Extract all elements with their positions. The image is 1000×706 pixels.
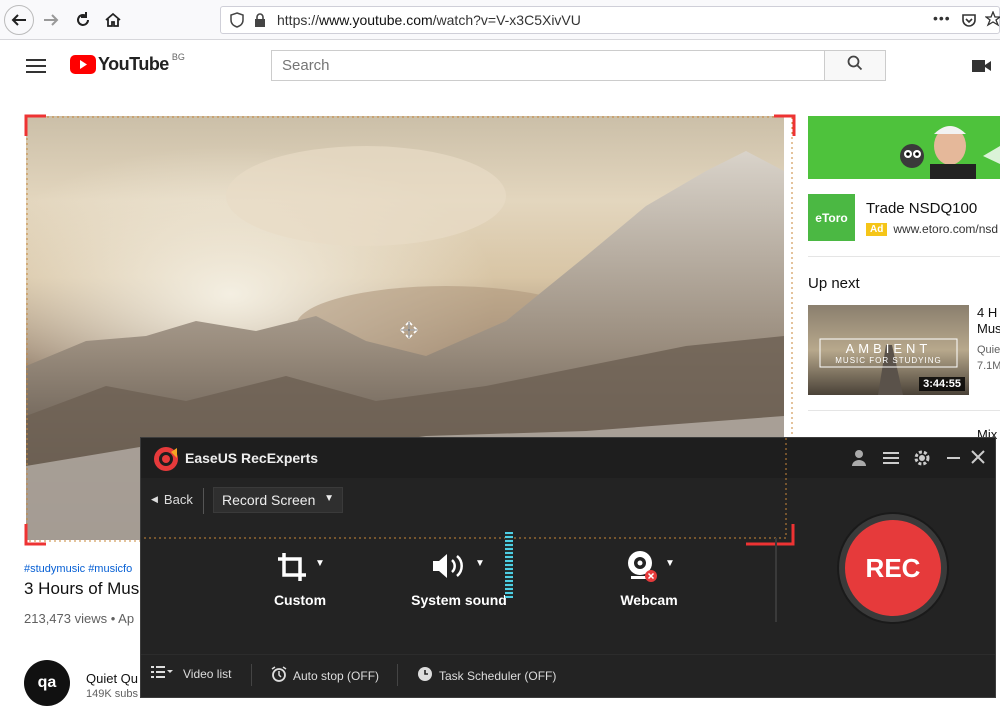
webcam-tool[interactable]: ▼ Webcam bbox=[607, 550, 691, 608]
pocket-icon[interactable] bbox=[961, 12, 977, 33]
menu-icon[interactable] bbox=[26, 58, 46, 79]
close-icon[interactable] bbox=[971, 450, 985, 469]
youtube-logo[interactable]: YouTube BG bbox=[70, 51, 185, 75]
region-code: BG bbox=[171, 51, 185, 62]
next-video-title-line2: Mus bbox=[977, 321, 1000, 336]
address-bar[interactable]: https://www.youtube.com/watch?v=V-x3C5Xi… bbox=[220, 6, 1000, 34]
bookmark-star-icon[interactable] bbox=[984, 10, 1000, 32]
minimize-icon[interactable] bbox=[947, 457, 960, 459]
channel-name[interactable]: Quiet Qu bbox=[86, 671, 138, 686]
clock-icon bbox=[417, 666, 433, 685]
next-video-channel: Quie bbox=[977, 344, 1000, 356]
video-duration: 3:44:55 bbox=[919, 377, 965, 391]
settings-gear-icon[interactable] bbox=[913, 449, 931, 472]
search-button[interactable] bbox=[824, 50, 886, 81]
webcam-icon bbox=[625, 550, 659, 587]
speaker-icon-wrap: ▼ bbox=[411, 550, 507, 582]
next-video-views: 7.1M bbox=[977, 360, 1000, 372]
auto-stop-button[interactable]: Auto stop (OFF) bbox=[271, 666, 379, 685]
up-next-heading: Up next bbox=[808, 275, 860, 292]
crop-icon-wrap: ▼ bbox=[259, 550, 341, 582]
channel-avatar[interactable]: qa bbox=[24, 660, 70, 706]
ad-meta: Ad www.etoro.com/nsd bbox=[866, 222, 998, 236]
next-video-title-line1: 4 H bbox=[977, 305, 998, 320]
forward-icon[interactable] bbox=[36, 5, 66, 35]
sidebar-divider bbox=[808, 410, 1000, 411]
task-scheduler-button[interactable]: Task Scheduler (OFF) bbox=[417, 666, 556, 685]
shield-icon[interactable] bbox=[229, 12, 245, 33]
next-video-title[interactable]: 4 H Mus bbox=[977, 305, 1000, 337]
list-icon bbox=[151, 666, 173, 681]
search-input[interactable] bbox=[282, 57, 802, 74]
account-icon[interactable] bbox=[851, 449, 867, 472]
selection-guide-overlay bbox=[141, 438, 795, 546]
browser-toolbar: https://www.youtube.com/watch?v=V-x3C5Xi… bbox=[0, 0, 1000, 40]
rec-divider bbox=[775, 538, 777, 622]
play-logo-icon bbox=[70, 55, 96, 74]
video-list-button[interactable]: Video list bbox=[151, 666, 231, 681]
crop-icon bbox=[277, 552, 307, 585]
bottom-separator bbox=[397, 664, 398, 686]
thumbnail-subtitle: MUSIC FOR STUDYING bbox=[835, 356, 942, 365]
search-icon bbox=[847, 55, 863, 76]
bottom-bar-divider bbox=[141, 654, 995, 655]
youtube-logo-text: YouTube bbox=[98, 54, 169, 74]
home-icon[interactable] bbox=[98, 5, 128, 35]
speaker-icon bbox=[431, 552, 467, 583]
youtube-header: YouTube BG bbox=[0, 40, 1000, 94]
etoro-logo[interactable]: eToro bbox=[808, 194, 855, 241]
lock-icon[interactable] bbox=[253, 12, 267, 33]
menu-list-icon[interactable] bbox=[883, 451, 899, 470]
ad-title[interactable]: Trade NSDQ100 bbox=[866, 200, 977, 217]
search-box[interactable] bbox=[271, 50, 824, 81]
system-sound-label: System sound bbox=[411, 592, 507, 608]
crop-dropdown-icon[interactable]: ▼ bbox=[315, 558, 325, 569]
video-views: 213,473 views • Ap bbox=[24, 611, 135, 626]
sidebar-divider bbox=[808, 256, 1000, 257]
back-icon[interactable] bbox=[4, 5, 34, 35]
audio-level-meter bbox=[505, 532, 513, 598]
channel-subscribers: 149K subs bbox=[86, 688, 138, 700]
ad-url: www.etoro.com/nsd bbox=[893, 222, 999, 236]
sound-dropdown-icon[interactable]: ▼ bbox=[475, 558, 485, 569]
more-actions-icon[interactable]: ••• bbox=[933, 10, 951, 26]
ad-badge: Ad bbox=[866, 222, 888, 236]
ad-banner-image bbox=[900, 126, 1000, 179]
custom-region-tool[interactable]: ▼ Custom bbox=[259, 550, 341, 608]
webcam-dropdown-icon[interactable]: ▼ bbox=[665, 558, 675, 569]
recexperts-window: EaseUS RecExperts ◀ Back Record Screen ▼ bbox=[140, 437, 996, 698]
bottom-separator bbox=[251, 664, 252, 686]
rec-button[interactable]: REC bbox=[839, 514, 947, 622]
url-prefix: https:// bbox=[277, 12, 320, 28]
url-text[interactable]: https://www.youtube.com/watch?v=V-x3C5Xi… bbox=[277, 12, 581, 28]
thumbnail-title: AMBIENT bbox=[845, 341, 932, 356]
custom-label: Custom bbox=[273, 592, 327, 608]
webcam-label: Webcam bbox=[620, 592, 678, 608]
alarm-clock-icon bbox=[271, 666, 287, 685]
video-title: 3 Hours of Mus bbox=[24, 579, 140, 598]
auto-stop-label: Auto stop (OFF) bbox=[293, 668, 380, 683]
create-video-icon[interactable] bbox=[972, 59, 992, 78]
video-list-label: Video list bbox=[183, 666, 232, 681]
reload-icon[interactable] bbox=[68, 5, 98, 35]
system-sound-tool[interactable]: ▼ System sound bbox=[411, 550, 507, 608]
url-path: /watch?v=V-x3C5XivVU bbox=[432, 12, 581, 28]
webcam-icon-wrap: ▼ bbox=[607, 550, 691, 582]
ad-banner[interactable] bbox=[808, 116, 1000, 179]
task-scheduler-label: Task Scheduler (OFF) bbox=[439, 668, 557, 683]
url-host: www.youtube.com bbox=[319, 12, 433, 28]
next-video-meta: Quie 7.1M bbox=[977, 342, 1000, 374]
video-hashtags[interactable]: #studymusic #musicfo bbox=[24, 563, 132, 575]
next-video-thumbnail[interactable]: AMBIENT MUSIC FOR STUDYING 3:44:55 bbox=[808, 305, 969, 395]
